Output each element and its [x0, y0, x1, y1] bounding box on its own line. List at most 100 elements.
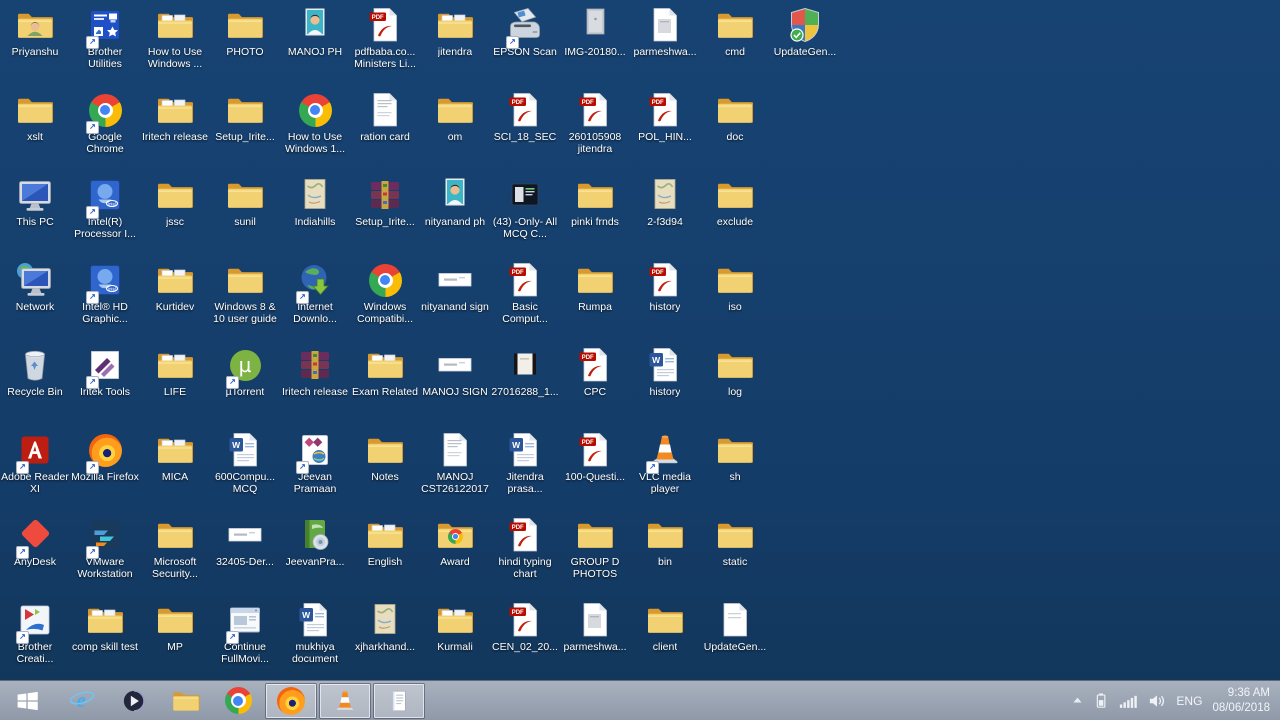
- desktop-icon-how-to-use-windows-1[interactable]: How to Use Windows 1...: [280, 90, 350, 172]
- desktop-icon-xjharkhand[interactable]: xjharkhand...: [350, 600, 420, 682]
- desktop-icon-static[interactable]: static: [700, 515, 770, 597]
- desktop-icon-priyanshu[interactable]: Priyanshu: [0, 5, 70, 87]
- desktop-icon-exam-related[interactable]: Exam Related: [350, 345, 420, 427]
- desktop-icon-pol-hin[interactable]: PDF POL_HIN...: [630, 90, 700, 172]
- chevron-up-icon[interactable]: [1071, 694, 1084, 707]
- volume-icon[interactable]: [1148, 693, 1166, 709]
- desktop-icon-windows-compatibi[interactable]: Windows Compatibi...: [350, 260, 420, 342]
- desktop-icon-kurtidev[interactable]: Kurtidev: [140, 260, 210, 342]
- desktop-icon-how-to-use-windows[interactable]: How to Use Windows ...: [140, 5, 210, 87]
- desktop-icon-parmeshwa[interactable]: parmeshwa...: [560, 600, 630, 682]
- desktop-icon-group-d-photos[interactable]: GROUP D PHOTOS: [560, 515, 630, 597]
- desktop-icon-600compu-mcq[interactable]: W 600Compu... MCQ: [210, 430, 280, 512]
- desktop-icon-bin[interactable]: bin: [630, 515, 700, 597]
- desktop-icon-notes[interactable]: Notes: [350, 430, 420, 512]
- desktop-icon-jeevanpra[interactable]: JeevanPra...: [280, 515, 350, 597]
- desktop-icon-iso[interactable]: iso: [700, 260, 770, 342]
- battery-icon[interactable]: [1094, 692, 1109, 709]
- desktop-icon-sci-18-sec[interactable]: PDF SCI_18_SEC: [490, 90, 560, 172]
- desktop-icon-rumpa[interactable]: Rumpa: [560, 260, 630, 342]
- desktop-icon-pinki-frnds[interactable]: pinki frnds: [560, 175, 630, 257]
- desktop-icon-google-chrome[interactable]: ↗ Google Chrome: [70, 90, 140, 172]
- desktop-icon-client[interactable]: client: [630, 600, 700, 682]
- desktop-icon-setup-irite[interactable]: Setup_Irite...: [350, 175, 420, 257]
- desktop-icon-history[interactable]: PDF history: [630, 260, 700, 342]
- desktop-icon-vmware-workstation[interactable]: ↗ VMware Workstation: [70, 515, 140, 597]
- taskbar-file-explorer[interactable]: [160, 681, 212, 720]
- desktop-icon-continue-fullmovi[interactable]: ↗ Continue FullMovi...: [210, 600, 280, 682]
- desktop-icon-pdfbaba-co-ministers-li[interactable]: PDF pdfbaba.co... Ministers Li...: [350, 5, 420, 87]
- desktop-icon-log[interactable]: log: [700, 345, 770, 427]
- desktop-icon-brother-utilities[interactable]: ↗ Brother Utilities: [70, 5, 140, 87]
- desktop-icon-iritech-release[interactable]: Iritech release: [140, 90, 210, 172]
- desktop-icon-award[interactable]: Award: [420, 515, 490, 597]
- desktop-icon-sh[interactable]: sh: [700, 430, 770, 512]
- desktop-icon-jitendra-prasa[interactable]: W Jitendra prasa...: [490, 430, 560, 512]
- desktop-icon-jitendra[interactable]: jitendra: [420, 5, 490, 87]
- desktop-icon-mica[interactable]: MICA: [140, 430, 210, 512]
- desktop-icon-mozilla-firefox[interactable]: ↗ Mozilla Firefox: [70, 430, 140, 512]
- taskbar-internet-explorer[interactable]: e: [56, 681, 108, 720]
- desktop-icon-microsoft-security[interactable]: Microsoft Security...: [140, 515, 210, 597]
- desktop-icon-recycle-bin[interactable]: Recycle Bin: [0, 345, 70, 427]
- desktop-icon-vlc-media-player[interactable]: ↗ VLC media player: [630, 430, 700, 512]
- taskbar-start-button[interactable]: [0, 681, 56, 720]
- desktop-icon-jeevan-pramaan[interactable]: ↗ Jeevan Pramaan: [280, 430, 350, 512]
- desktop-icon-img-20180[interactable]: IMG-20180...: [560, 5, 630, 87]
- desktop-icon-intel-hd-graphic[interactable]: intel ↗ Intel® HD Graphic...: [70, 260, 140, 342]
- taskbar-notepad[interactable]: [374, 683, 424, 718]
- taskbar-firefox[interactable]: [266, 683, 316, 718]
- taskbar-chrome[interactable]: [212, 681, 264, 720]
- desktop-icon-internet-downlo[interactable]: ↗ Internet Downlo...: [280, 260, 350, 342]
- desktop-icon-basic-comput[interactable]: PDF Basic Comput...: [490, 260, 560, 342]
- desktop-icon-epson-scan[interactable]: ↗ EPSON Scan: [490, 5, 560, 87]
- desktop-icon-english[interactable]: English: [350, 515, 420, 597]
- desktop-icon-comp-skill-test[interactable]: comp skill test: [70, 600, 140, 682]
- clock[interactable]: 9:36 AM 08/06/2018: [1212, 686, 1270, 716]
- desktop-icon-network[interactable]: Network: [0, 260, 70, 342]
- desktop-icon-xslt[interactable]: xslt: [0, 90, 70, 172]
- desktop-icon-32405-der[interactable]: 32405-Der...: [210, 515, 280, 597]
- desktop-icon-doc[interactable]: doc: [700, 90, 770, 172]
- desktop-icon-parmeshwa[interactable]: parmeshwa...: [630, 5, 700, 87]
- desktop-icon-100-questi[interactable]: PDF 100-Questi...: [560, 430, 630, 512]
- desktop-icon-sunil[interactable]: sunil: [210, 175, 280, 257]
- desktop-icon-exclude[interactable]: exclude: [700, 175, 770, 257]
- desktop-icon-this-pc[interactable]: This PC: [0, 175, 70, 257]
- taskbar-media-player[interactable]: [108, 681, 160, 720]
- desktop-icon-indiahills[interactable]: Indiahills: [280, 175, 350, 257]
- language-indicator[interactable]: ENG: [1176, 694, 1202, 708]
- desktop-icon-life[interactable]: LIFE: [140, 345, 210, 427]
- desktop-icon-windows-8-10-user-guide[interactable]: Windows 8 & 10 user guide: [210, 260, 280, 342]
- desktop-icon-43-only-all-mcq-c[interactable]: (43) -Only- All MCQ C...: [490, 175, 560, 257]
- desktop-icon-jssc[interactable]: jssc: [140, 175, 210, 257]
- desktop-icon-manoj-cst26122017[interactable]: MANOJ CST26122017: [420, 430, 490, 512]
- desktop-icon-kurmali[interactable]: Kurmali: [420, 600, 490, 682]
- network-signal-icon[interactable]: [1119, 693, 1138, 709]
- desktop-icon-260105908-jitendra[interactable]: PDF 260105908 jitendra: [560, 90, 630, 172]
- desktop-icon-photo[interactable]: PHOTO: [210, 5, 280, 87]
- desktop-icon-hindi-typing-chart[interactable]: PDF hindi typing chart: [490, 515, 560, 597]
- desktop-icon-iritek-tools[interactable]: ↗ Iritek Tools: [70, 345, 140, 427]
- desktop-icon-2-f3d94[interactable]: 2-f3d94: [630, 175, 700, 257]
- desktop-icon-nityanand-sign[interactable]: nityanand sign: [420, 260, 490, 342]
- desktop-icon-history[interactable]: Whistory: [630, 345, 700, 427]
- desktop-icon-ration-card[interactable]: ration card: [350, 90, 420, 172]
- desktop-icon-setup-irite[interactable]: Setup_Irite...: [210, 90, 280, 172]
- desktop-icon-27016288-1[interactable]: 27016288_1...: [490, 345, 560, 427]
- desktop-icon-torrent[interactable]: µ ↗ µTorrent: [210, 345, 280, 427]
- desktop-icon-brother-creati[interactable]: ↗ Brother Creati...: [0, 600, 70, 682]
- desktop-icon-om[interactable]: om: [420, 90, 490, 172]
- desktop-icon-manoj-sign[interactable]: MANOJ SIGN: [420, 345, 490, 427]
- desktop-icon-anydesk[interactable]: ↗ AnyDesk: [0, 515, 70, 597]
- taskbar-vlc[interactable]: [320, 683, 370, 718]
- desktop-icon-adobe-reader-xi[interactable]: ↗ Adobe Reader XI: [0, 430, 70, 512]
- desktop-icon-mukhiya-document[interactable]: Wmukhiya document: [280, 600, 350, 682]
- desktop-icon-nityanand-ph[interactable]: nityanand ph: [420, 175, 490, 257]
- desktop-icon-cen-02-20[interactable]: PDF CEN_02_20...: [490, 600, 560, 682]
- desktop[interactable]: Priyanshu ↗ Brother Utilities How to Use Wi…: [0, 0, 1280, 720]
- desktop-icon-intel-r-processor-i[interactable]: intel ↗ Intel(R) Processor I...: [70, 175, 140, 257]
- desktop-icon-cmd[interactable]: cmd: [700, 5, 770, 87]
- desktop-icon-mp[interactable]: MP: [140, 600, 210, 682]
- desktop-icon-cpc[interactable]: PDF CPC: [560, 345, 630, 427]
